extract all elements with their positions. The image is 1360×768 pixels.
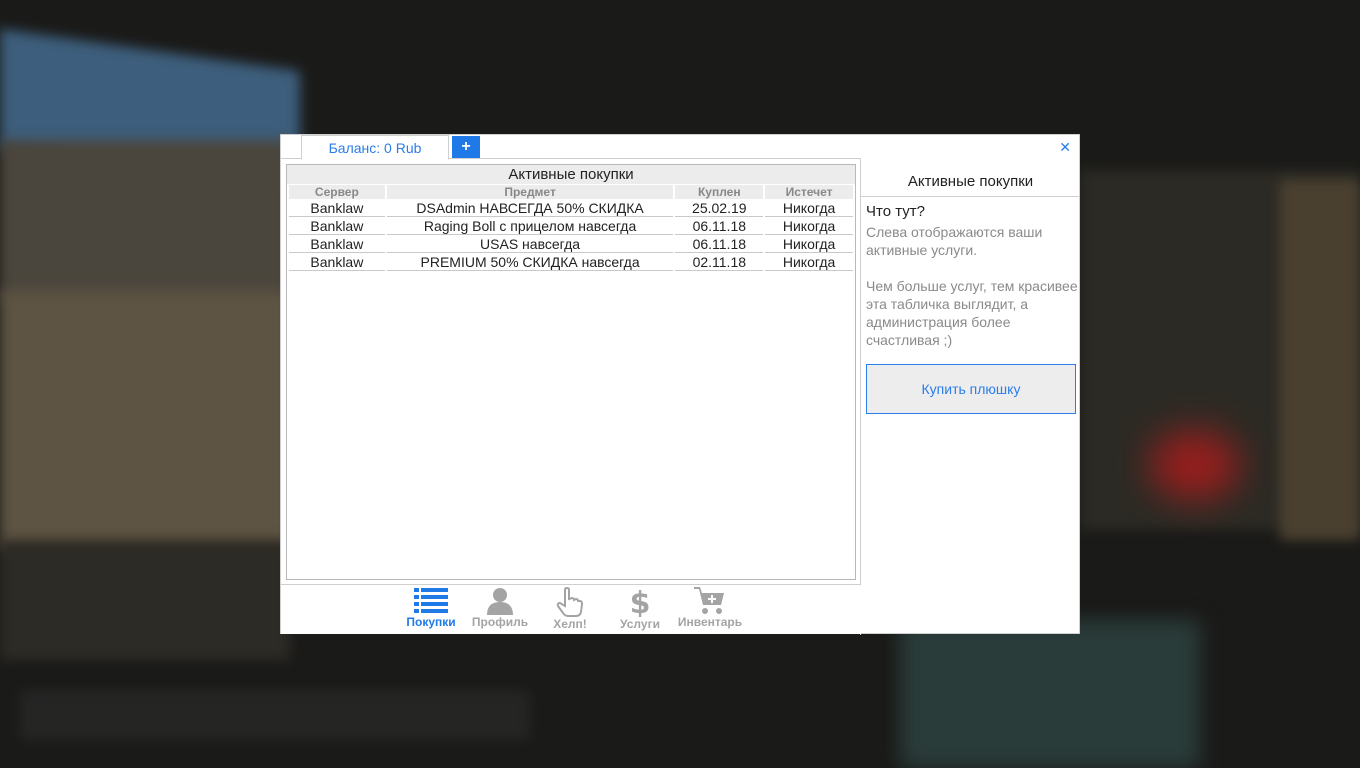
info-question: Что тут? [866, 203, 925, 220]
cell-bought: 02.11.18 [675, 254, 764, 271]
user-icon [487, 588, 513, 615]
add-balance-button[interactable]: + [452, 136, 480, 158]
info-panel: Активные покупки Что тут? Слева отобража… [861, 159, 1080, 634]
nav-label: Услуги [620, 617, 660, 631]
column-header-bought[interactable]: Куплен [675, 185, 764, 199]
purchases-panel: Активные покупки Сервер Предмет Куплен И… [286, 164, 856, 580]
top-bar: Баланс: 0 Rub + [281, 135, 861, 160]
purchases-table: Сервер Предмет Куплен Истечет Banklaw DS… [287, 184, 855, 272]
cell-bought: 06.11.18 [675, 218, 764, 235]
nav-profile[interactable]: Профиль [465, 587, 535, 633]
cell-item: USAS навсегда [386, 236, 674, 253]
cell-server: Banklaw [289, 236, 385, 253]
cell-bought: 25.02.19 [675, 200, 764, 217]
cell-expires: Никогда [765, 254, 853, 271]
table-row[interactable]: Banklaw Raging Boll с прицелом навсегда … [289, 218, 853, 235]
dollar-icon: $ [630, 587, 651, 617]
cell-item: PREMIUM 50% СКИДКА навсегда [386, 254, 674, 271]
nav-label: Профиль [471, 615, 529, 629]
close-icon: ✕ [1059, 139, 1071, 155]
column-header-item[interactable]: Предмет [386, 185, 674, 199]
cell-server: Banklaw [289, 254, 385, 271]
bottom-nav: Покупки Профиль Хелп! $ Услуги Инвентарь [281, 584, 861, 634]
nav-purchases[interactable]: Покупки [396, 587, 466, 633]
info-text-1: Слева отображаются ваши активные услуги. [866, 224, 1043, 258]
table-header-row: Сервер Предмет Куплен Истечет [289, 185, 853, 199]
nav-label: Хелп! [553, 617, 587, 631]
column-header-server[interactable]: Сервер [289, 185, 385, 199]
cell-server: Banklaw [289, 200, 385, 217]
close-button[interactable]: ✕ [1059, 139, 1071, 155]
svg-text:$: $ [630, 587, 651, 617]
hand-pointer-icon [556, 587, 584, 617]
column-header-expires[interactable]: Истечет [765, 185, 853, 199]
nav-services[interactable]: $ Услуги [605, 587, 675, 633]
table-row[interactable]: Banklaw USAS навсегда 06.11.18 Никогда [289, 236, 853, 253]
cell-expires: Никогда [765, 236, 853, 253]
info-title: Активные покупки [861, 173, 1080, 197]
info-text-2: Чем больше услуг, тем красивее эта табли… [866, 278, 1078, 348]
shop-window: ✕ Баланс: 0 Rub + Активные покупки Серве… [280, 134, 1080, 635]
table-row[interactable]: Banklaw PREMIUM 50% СКИДКА навсегда 02.1… [289, 254, 853, 271]
cell-expires: Никогда [765, 218, 853, 235]
nav-label: Покупки [406, 615, 456, 629]
list-icon [414, 588, 448, 613]
cell-server: Banklaw [289, 218, 385, 235]
cell-item: DSAdmin НАВСЕГДА 50% СКИДКА [386, 200, 674, 217]
cell-bought: 06.11.18 [675, 236, 764, 253]
cell-expires: Никогда [765, 200, 853, 217]
cart-plus-icon [694, 587, 724, 614]
nav-label: Инвентарь [677, 615, 743, 629]
table-row[interactable]: Banklaw DSAdmin НАВСЕГДА 50% СКИДКА 25.0… [289, 200, 853, 217]
balance-tab[interactable]: Баланс: 0 Rub [301, 135, 449, 160]
nav-help[interactable]: Хелп! [535, 587, 605, 633]
nav-inventory[interactable]: Инвентарь [675, 587, 745, 633]
buy-button[interactable]: Купить плюшку [866, 364, 1076, 414]
cell-item: Raging Boll с прицелом навсегда [386, 218, 674, 235]
purchases-title: Активные покупки [287, 165, 855, 184]
